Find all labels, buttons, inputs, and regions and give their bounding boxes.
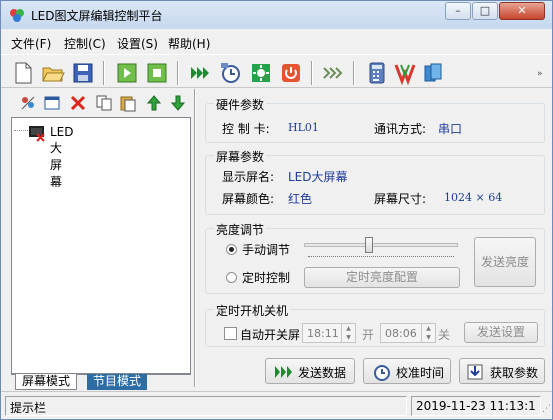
- paste-icon[interactable]: [119, 94, 137, 112]
- menu-settings[interactable]: 设置(S): [117, 35, 158, 52]
- status-bar: 提示栏 2019-11-23 11:13:1 ⋰: [1, 391, 552, 419]
- menu-help[interactable]: 帮助(H): [168, 35, 210, 52]
- schedule-group: 定时开机关机 自动开关屏 18:11 ▲ ▼ 开 08:06 ▲ ▼ 关 发送设置: [205, 302, 545, 347]
- timed-radio[interactable]: [226, 272, 237, 283]
- toolbar-separator: [103, 61, 105, 85]
- more-arrows-icon[interactable]: [321, 61, 345, 85]
- screen-title: 屏幕参数: [214, 148, 267, 165]
- schedule-title: 定时开机关机: [214, 302, 291, 319]
- left-panel: LED大屏幕 屏幕模式 节目模式: [7, 89, 193, 390]
- menu-control[interactable]: 控制(C): [64, 35, 106, 52]
- resize-grip-icon[interactable]: ⋰: [542, 404, 551, 414]
- send-data-button[interactable]: 发送数据: [265, 358, 355, 384]
- send-data-icon[interactable]: [189, 61, 213, 85]
- tree-connector: [14, 130, 28, 131]
- app-logo-icon: [10, 9, 24, 22]
- help-book-icon[interactable]: [421, 61, 445, 85]
- power-off-label: 关: [438, 328, 451, 342]
- brightness-group: 亮度调节 手动调节 定时控制 定时亮度配置 发送亮度: [205, 221, 545, 294]
- toolbar: »: [1, 54, 552, 88]
- slider-ticks: [308, 256, 454, 259]
- delete-icon[interactable]: [69, 94, 87, 112]
- menu-bar: 文件(F) 控制(C) 设置(S) 帮助(H): [1, 31, 552, 53]
- timer-sync-icon[interactable]: [219, 61, 243, 85]
- get-params-label: 获取参数: [490, 366, 539, 380]
- stop-preview-icon[interactable]: [145, 61, 169, 85]
- power-on-label: 开: [362, 328, 375, 342]
- new-file-icon[interactable]: [11, 61, 35, 85]
- play-preview-icon[interactable]: [115, 61, 139, 85]
- clock-icon: [374, 365, 390, 381]
- screen-name-value: LED大屏幕: [288, 170, 348, 184]
- toolbar-overflow-icon[interactable]: »: [537, 69, 543, 79]
- panel-splitter[interactable]: [194, 89, 196, 387]
- brightness-slider-track[interactable]: [304, 243, 458, 247]
- window-title: LED图文屏编辑控制平台: [31, 9, 163, 23]
- mode-tabs: 屏幕模式 节目模式: [11, 373, 191, 390]
- app-window: LED图文屏编辑控制平台 – □ ✕ 文件(F) 控制(C) 设置(S) 帮助(…: [0, 0, 553, 420]
- screen-color-value: 红色: [288, 192, 313, 206]
- move-down-icon[interactable]: [169, 94, 187, 112]
- spin-arrows-icon[interactable]: ▲ ▼: [341, 324, 355, 342]
- auto-power-checkbox[interactable]: [224, 327, 237, 340]
- send-schedule-button[interactable]: 发送设置: [464, 322, 538, 343]
- menu-file[interactable]: 文件(F): [11, 35, 51, 52]
- power-icon[interactable]: [279, 61, 303, 85]
- comm-value: 串口: [438, 122, 463, 136]
- sync-time-label: 校准时间: [396, 366, 445, 380]
- copy-icon[interactable]: [95, 94, 113, 112]
- power-off-time-value: 08:06: [385, 327, 417, 340]
- send-data-label: 发送数据: [298, 366, 347, 380]
- auto-power-label[interactable]: 自动开关屏: [240, 326, 300, 343]
- settings-icon[interactable]: [19, 94, 37, 112]
- open-folder-icon[interactable]: [41, 61, 65, 85]
- tools-icon[interactable]: [393, 61, 417, 85]
- timed-brightness-config-button[interactable]: 定时亮度配置: [304, 267, 460, 288]
- toolbar-separator: [177, 61, 179, 85]
- screen-tree: LED大屏幕: [11, 117, 191, 375]
- status-hint: 提示栏: [5, 396, 407, 416]
- status-datetime: 2019-11-23 11:13:1: [411, 396, 541, 416]
- minimize-button[interactable]: –: [445, 2, 471, 20]
- toolbar-separator: [353, 61, 355, 85]
- power-off-time[interactable]: 08:06 ▲ ▼: [380, 323, 436, 343]
- screen-size-label: 屏幕尺寸:: [374, 192, 427, 206]
- toolbar-separator: [311, 61, 313, 85]
- download-icon: [467, 364, 483, 380]
- sync-time-button[interactable]: 校准时间: [363, 358, 451, 384]
- comm-label: 通讯方式:: [374, 122, 427, 136]
- send-data-icon: [275, 366, 292, 378]
- manual-label[interactable]: 手动调节: [242, 241, 290, 258]
- timed-label[interactable]: 定时控制: [242, 269, 290, 286]
- send-brightness-button[interactable]: 发送亮度: [474, 237, 536, 287]
- maximize-button[interactable]: □: [472, 2, 498, 20]
- controller-label: 控 制 卡:: [222, 122, 270, 136]
- screen-color-label: 屏幕颜色:: [222, 192, 275, 206]
- screen-group: 屏幕参数 显示屏名: LED大屏幕 屏幕颜色: 红色 屏幕尺寸: 1024 × …: [205, 148, 545, 215]
- brightness-slider-thumb[interactable]: [365, 237, 374, 253]
- screen-icon: [29, 126, 45, 142]
- tab-program-mode[interactable]: 节目模式: [87, 374, 148, 390]
- title-bar: LED图文屏编辑控制平台 – □ ✕: [1, 1, 552, 29]
- hardware-title: 硬件参数: [214, 96, 267, 113]
- hardware-group: 硬件参数 控 制 卡: HL01 通讯方式: 串口: [205, 96, 545, 143]
- power-on-time[interactable]: 18:11 ▲ ▼: [302, 323, 356, 343]
- spin-arrows-icon[interactable]: ▲ ▼: [421, 324, 435, 342]
- window-icon[interactable]: [43, 94, 61, 112]
- power-on-time-value: 18:11: [307, 327, 339, 340]
- save-icon[interactable]: [71, 61, 95, 85]
- brightness-title: 亮度调节: [214, 221, 267, 238]
- move-up-icon[interactable]: [145, 94, 163, 112]
- manual-radio[interactable]: [226, 244, 237, 255]
- screen-size-value: 1024 × 64: [444, 191, 503, 204]
- controller-value: HL01: [288, 121, 319, 134]
- tab-screen-mode[interactable]: 屏幕模式: [15, 374, 78, 390]
- brightness-icon[interactable]: [249, 61, 273, 85]
- calculator-icon[interactable]: [365, 61, 389, 85]
- tree-item-label: LED大屏幕: [50, 125, 74, 189]
- close-button[interactable]: ✕: [499, 2, 545, 20]
- get-params-button[interactable]: 获取参数: [459, 358, 545, 384]
- screen-name-label: 显示屏名:: [222, 170, 275, 184]
